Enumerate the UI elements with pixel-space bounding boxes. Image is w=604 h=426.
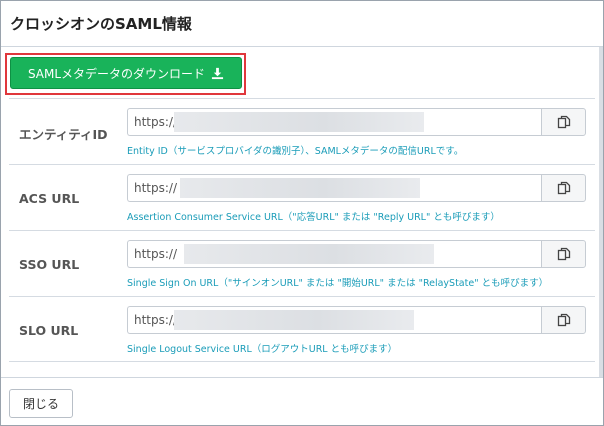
field-row-slo-url: SLO URL https:// Single Logout Service U… [9,296,595,362]
dialog-footer: 閉じる [1,377,603,425]
help-text: Assertion Consumer Service URL（"応答URL" ま… [127,212,500,223]
field-row-acs-url: ACS URL https:// Assertion Consumer Serv… [9,164,595,230]
sso-url-input[interactable]: https:// [127,240,547,268]
redacted-value [184,244,434,264]
acs-url-input[interactable]: https:// [127,174,547,202]
field-row-sso-url: SSO URL https:// Single Sign On URL（"サイン… [9,230,595,296]
redacted-value [174,310,414,330]
field-label: ACS URL [19,191,80,206]
help-text: Entity ID（サービスプロバイダの識別子）、SAMLメタデータの配信URL… [127,146,464,157]
field-label: エンティティID [19,127,108,142]
input-value: https:// [134,247,178,261]
copy-icon [557,247,570,261]
slo-url-input[interactable]: https:// [127,306,547,334]
input-value: https:// [134,313,178,327]
copy-button[interactable] [541,240,586,268]
copy-icon [557,313,570,327]
scrollbar[interactable] [599,47,603,377]
field-label: SSO URL [19,257,80,272]
copy-icon [557,181,570,195]
help-text: Single Sign On URL（"サインオンURL" または "開始URL… [127,278,549,289]
download-icon [211,67,224,79]
copy-button[interactable] [541,174,586,202]
field-row-entity-id: エンティティID https:// Entity ID（サービスプロバイダの識別… [9,98,595,164]
redacted-value [180,178,420,198]
redacted-value [174,112,424,132]
dialog-title: クロッシオンのSAML情報 [10,15,192,33]
copy-button[interactable] [541,108,586,136]
entity-id-input[interactable]: https:// [127,108,547,136]
download-button-label: SAMLメタデータのダウンロード [27,66,206,81]
close-button[interactable]: 閉じる [9,389,73,418]
copy-button[interactable] [541,306,586,334]
field-label: SLO URL [19,323,79,338]
input-value: https:// [134,181,178,195]
help-text: Single Logout Service URL（ログアウトURL とも呼びま… [127,344,398,355]
dialog-header: クロッシオンのSAML情報 [1,1,603,47]
copy-icon [557,115,570,129]
input-value: https:// [134,115,178,129]
saml-info-dialog: クロッシオンのSAML情報 SAMLメタデータのダウンロード エンティティID … [0,0,604,426]
download-metadata-button[interactable]: SAMLメタデータのダウンロード [10,57,242,89]
